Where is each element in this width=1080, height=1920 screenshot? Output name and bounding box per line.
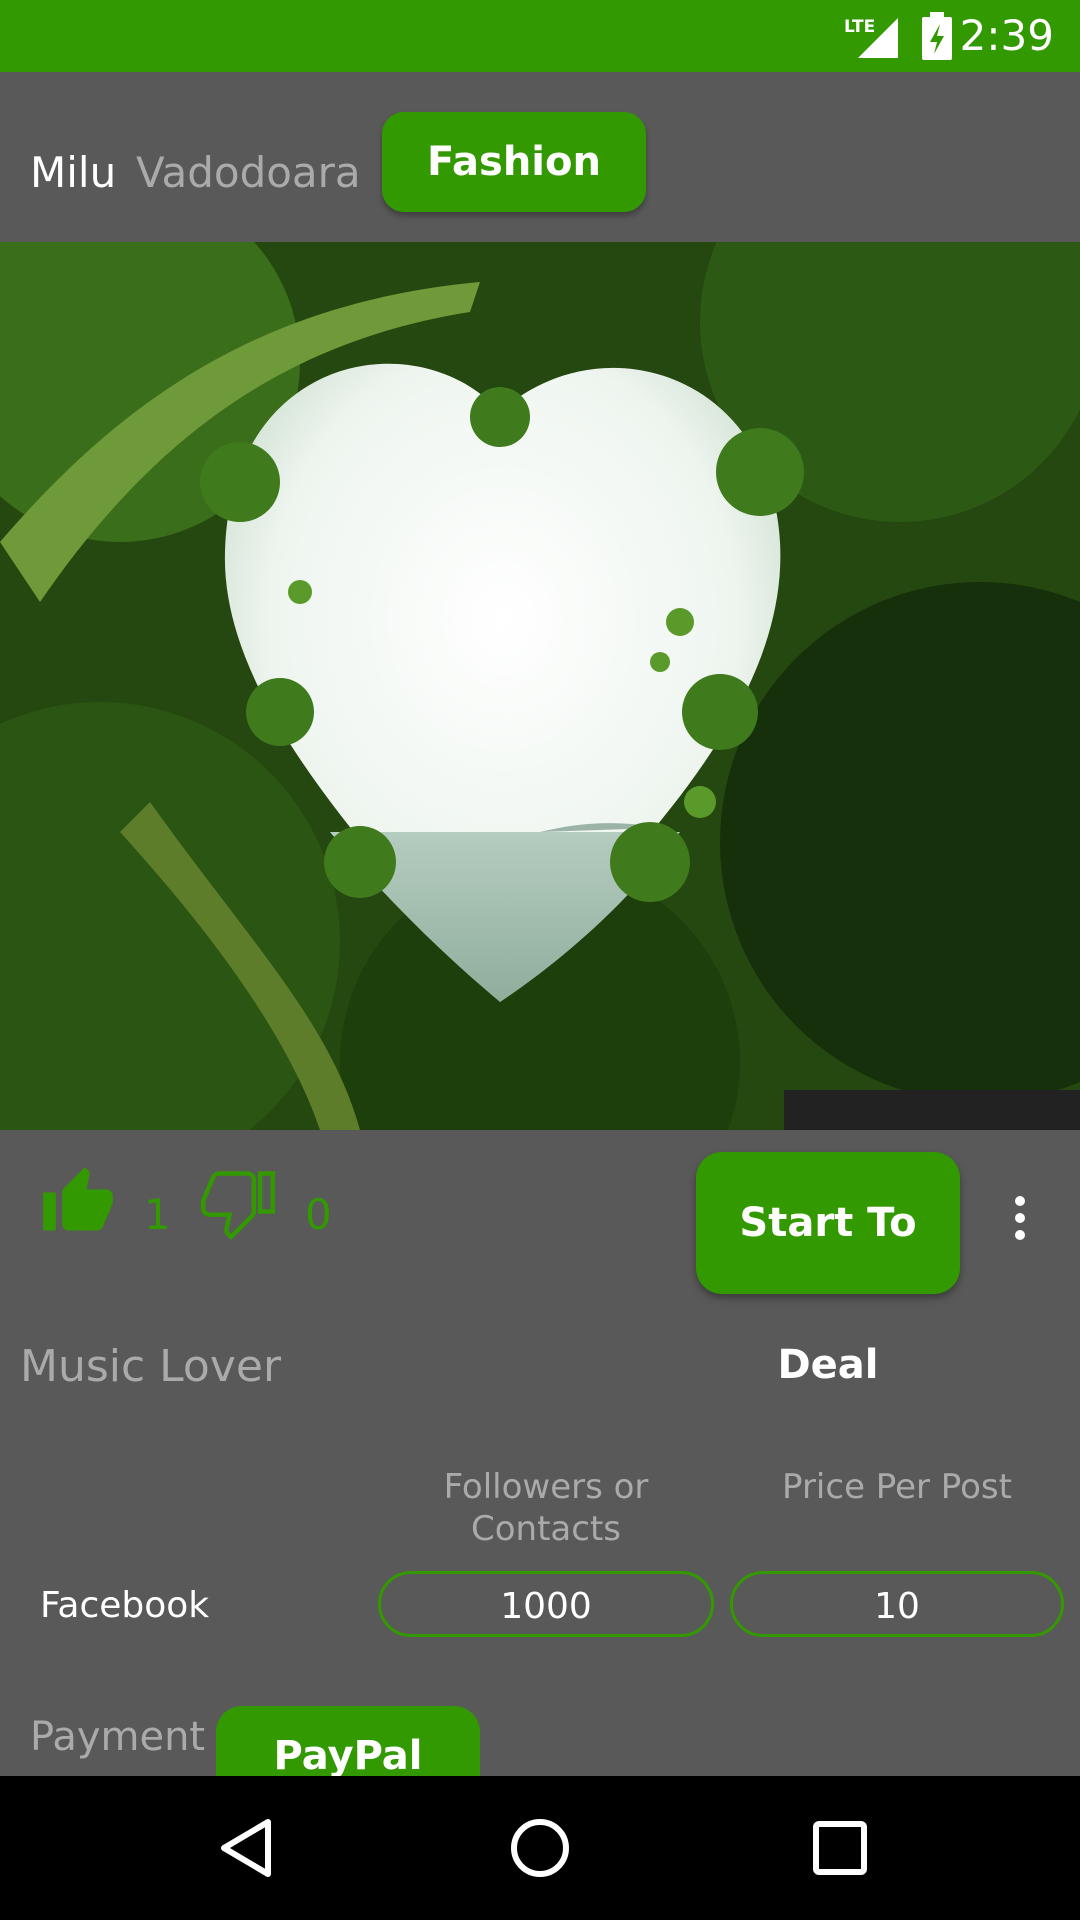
user-bio: Music Lover: [20, 1341, 282, 1392]
start-to-deal-button[interactable]: Start To Deal: [696, 1152, 960, 1388]
price-per-post-field: 10: [730, 1571, 1064, 1637]
thumbs-down-icon[interactable]: [200, 1164, 276, 1240]
navigation-bar: [0, 1776, 1080, 1920]
more-options-icon[interactable]: [1000, 1196, 1040, 1256]
clock: 2:39: [959, 11, 1054, 60]
back-icon[interactable]: [210, 1812, 282, 1884]
like-count: 1: [144, 1190, 171, 1239]
lte-signal-icon: LTE: [844, 17, 898, 58]
profile-header: Milu Vadodoara Fashion: [0, 72, 1080, 242]
dislike-count: 0: [305, 1190, 332, 1239]
status-bar: LTE 2:39: [0, 0, 1080, 72]
thumbs-up-icon[interactable]: [40, 1164, 116, 1240]
platform-name: Facebook: [40, 1585, 210, 1626]
payment-label: Payment: [30, 1714, 206, 1760]
post-image[interactable]: [0, 242, 1080, 1130]
category-button[interactable]: Fashion: [382, 112, 646, 212]
home-icon[interactable]: [504, 1812, 576, 1884]
post-actions: 1 0 Start To Deal: [0, 1130, 1080, 1388]
followers-column-header: Followers or Contacts: [443, 1467, 649, 1549]
battery-icon: [922, 12, 952, 60]
user-city: Vadodoara: [136, 148, 361, 197]
payment-method-button[interactable]: PayPal: [216, 1706, 480, 1776]
user-name[interactable]: Milu: [30, 148, 116, 198]
price-column-header: Price Per Post: [782, 1467, 1012, 1507]
recents-icon[interactable]: [804, 1812, 876, 1884]
heart-foliage-image: [0, 242, 1080, 1130]
followers-count-field: 1000: [378, 1571, 714, 1637]
svg-text:LTE: LTE: [844, 17, 875, 37]
